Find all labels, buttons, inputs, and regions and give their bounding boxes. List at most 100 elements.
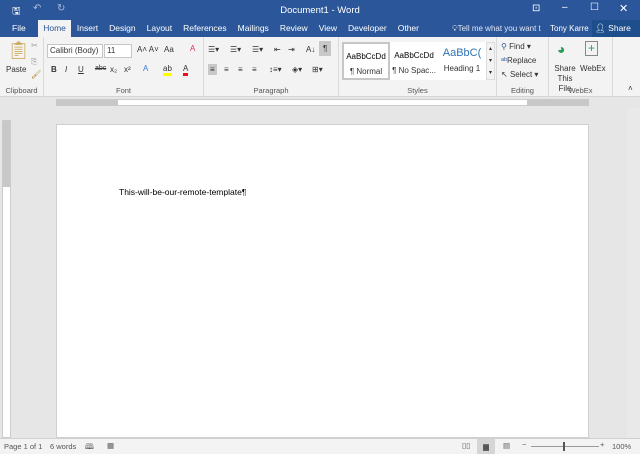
highlight-icon[interactable]: ab [163, 64, 172, 76]
webex-button[interactable]: WebEx [580, 64, 606, 73]
select-button[interactable]: ↖ Select ▾ [501, 70, 538, 79]
font-size-select[interactable]: 11 [104, 44, 132, 58]
find-button[interactable]: ⚲ Find ▾ [501, 42, 531, 51]
webex-label: WebEx [568, 86, 593, 95]
superscript-button[interactable]: x² [124, 65, 131, 74]
tab-references[interactable]: References [178, 20, 232, 37]
user-name[interactable]: Tony Karre [550, 20, 589, 37]
clipboard-label: Clipboard [5, 86, 38, 95]
macro-icon[interactable]: ▦ [107, 441, 114, 450]
tab-layout[interactable]: Layout [141, 20, 178, 37]
font-name-select[interactable]: Calibri (Body) [47, 44, 103, 58]
styles-label: Styles [407, 86, 428, 95]
subscript-button[interactable]: x₂ [110, 65, 117, 74]
bullets-icon[interactable]: ☰▾ [208, 45, 219, 54]
paste-button[interactable]: Paste [6, 65, 26, 74]
grow-font-button[interactable]: A˄ A˅ [137, 45, 159, 54]
font-group: Calibri (Body) 11 A˄ A˅ Aa A B I U abc x… [44, 37, 204, 97]
zoom-out-button[interactable]: − [522, 440, 526, 449]
tab-home[interactable]: Home [37, 20, 72, 37]
tab-insert[interactable]: Insert [71, 20, 103, 37]
cut-icon[interactable]: ✂ [31, 41, 38, 50]
line-spacing-icon[interactable]: ↕≡▾ [269, 65, 282, 74]
shading-icon[interactable]: ◈▾ [292, 65, 302, 74]
window-title: Document1 - Word [280, 5, 360, 16]
style-heading-1[interactable]: AaBbC(Heading 1 [438, 42, 486, 80]
editing-group: ⚲ Find ▾ ᵃᵇReplace ↖ Select ▾ Editing [497, 37, 549, 97]
ribbon-display-icon[interactable]: ⊡ [532, 3, 540, 14]
webex-group: ◕ Share This File + WebEx WebEx [549, 37, 613, 97]
search-icon: ⚲ [501, 42, 507, 51]
text-effects-icon[interactable]: A [143, 64, 148, 73]
zoom-slider-thumb[interactable] [563, 442, 565, 451]
numbering-icon[interactable]: ☰▾ [230, 45, 241, 54]
format-painter-icon[interactable]: 🖌︎ [31, 70, 41, 79]
cursor-icon: ↖ [501, 70, 508, 79]
font-color-icon[interactable]: A [183, 64, 189, 76]
font-label: Font [115, 86, 131, 95]
web-layout-icon[interactable]: ▤ [503, 441, 510, 450]
tab-view[interactable]: View [313, 20, 342, 37]
tab-file[interactable]: File [4, 20, 38, 37]
tab-other[interactable]: Other [392, 20, 424, 37]
align-center-button[interactable]: ≡ [224, 65, 229, 74]
paste-icon[interactable]: 📋︎ [7, 40, 30, 61]
borders-icon[interactable]: ⊞▾ [312, 65, 323, 74]
webex-icon: + [585, 41, 598, 56]
tab-developer[interactable]: Developer [342, 20, 392, 37]
replace-button[interactable]: ᵃᵇReplace [501, 56, 536, 65]
styles-group: AaBbCcDd ¶ Normal AaBbCcDd ¶ No Spac... Aa… [339, 37, 497, 97]
read-mode-icon[interactable]: ▯▯ [462, 441, 470, 450]
word-count[interactable]: 6 words [50, 442, 76, 451]
person-icon: 👤︎ [595, 23, 606, 33]
clipboard-group: 📋︎ Paste ✂ ⎘ 🖌︎ Clipboard [0, 37, 44, 97]
styles-scroll[interactable]: ▴ ▾ ▾ [486, 42, 495, 80]
tell-me-search[interactable]: 💡︎Tell me what you want t [452, 20, 541, 37]
style-normal[interactable]: AaBbCcDd ¶ Normal [342, 42, 390, 80]
zoom-in-button[interactable]: + [600, 440, 604, 449]
ribbon: 📋︎ Paste ✂ ⎘ 🖌︎ Clipboard Calibri (Body)… [0, 37, 640, 97]
italic-button[interactable]: I [65, 65, 67, 74]
multilevel-list-icon[interactable]: ☰▾ [252, 45, 263, 54]
align-left-button[interactable]: ≡ [208, 64, 217, 75]
vertical-ruler[interactable] [2, 120, 11, 438]
document-page[interactable]: This-will-be-our-remote-template¶ [56, 124, 589, 438]
close-button[interactable]: ✕ [619, 2, 628, 15]
show-formatting-button[interactable]: ¶ [319, 41, 332, 56]
clear-formatting-icon[interactable]: A [190, 44, 195, 53]
share-button[interactable]: 👤︎ Share [592, 20, 640, 37]
editing-label: Editing [511, 86, 534, 95]
page-count[interactable]: Page 1 of 1 [4, 442, 42, 451]
bold-button[interactable]: B [51, 65, 57, 74]
tab-review[interactable]: Review [274, 20, 313, 37]
minimize-button[interactable]: – [562, 2, 568, 13]
change-case-button[interactable]: Aa [164, 45, 174, 54]
style-no-spacing[interactable]: AaBbCcDd ¶ No Spac... [390, 42, 438, 80]
increase-indent-icon[interactable]: ⇥ [288, 45, 295, 54]
maximize-button[interactable]: ☐ [590, 2, 599, 13]
document-text[interactable]: This-will-be-our-remote-template¶ [119, 187, 246, 197]
tab-design[interactable]: Design [104, 20, 141, 37]
vertical-scrollbar[interactable] [627, 108, 640, 438]
underline-button[interactable]: U [78, 65, 84, 74]
zoom-slider[interactable] [531, 446, 599, 447]
strikethrough-button[interactable]: abc [95, 65, 106, 72]
sort-icon[interactable]: A↓ [306, 45, 315, 54]
zoom-level[interactable]: 100% [612, 442, 631, 451]
copy-icon[interactable]: ⎘ [31, 57, 37, 67]
justify-button[interactable]: ≡ [252, 65, 257, 74]
decrease-indent-icon[interactable]: ⇤ [274, 45, 281, 54]
title-bar: 🖫 ↶ ↻ Document1 - Word ⊡ – ☐ ✕ [0, 0, 640, 20]
share-file-icon: ◕ [557, 41, 566, 57]
ribbon-tabs: File Home Insert Design Layout Reference… [0, 20, 640, 37]
paragraph-group: ☰▾ ☰▾ ☰▾ ⇤ ⇥ A↓ ¶ ≡ ≡ ≡ ≡ ↕≡▾ ◈▾ ⊞▾ Para… [204, 37, 339, 97]
proofing-icon[interactable]: 🕮︎ [85, 441, 94, 454]
status-bar: Page 1 of 1 6 words 🕮︎ ▦ ▯▯ ▆ ▤ − + 100% [0, 438, 640, 454]
tab-mailings[interactable]: Mailings [232, 20, 274, 37]
horizontal-ruler[interactable] [0, 97, 640, 108]
align-right-button[interactable]: ≡ [238, 65, 243, 74]
tab-row: File Home Insert Design Layout Reference… [4, 20, 424, 37]
collapse-ribbon-icon[interactable]: ˄ [628, 84, 633, 93]
print-layout-icon[interactable]: ▆ [477, 439, 495, 454]
paragraph-label: Paragraph [253, 86, 289, 95]
